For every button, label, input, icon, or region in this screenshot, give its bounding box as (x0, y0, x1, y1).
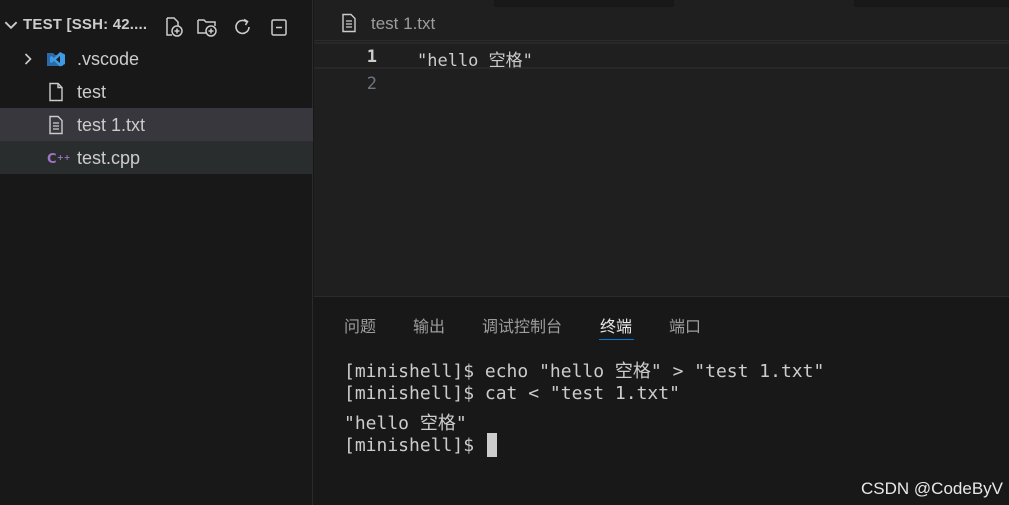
line-text[interactable]: "hello 空格" (417, 46, 533, 71)
collapse-all-icon (271, 19, 287, 36)
new-folder-button[interactable] (194, 14, 220, 40)
refresh-button[interactable] (230, 14, 256, 40)
tab-strip (494, 0, 1009, 7)
terminal-line: "hello 空格" (344, 413, 467, 434)
new-file-icon (166, 17, 183, 37)
terminal-cursor (487, 433, 497, 457)
editor-line[interactable]: 2 (314, 71, 1009, 98)
tree-item-label: .vscode (77, 49, 140, 69)
new-folder-icon (197, 19, 217, 37)
cpp-file-icon: C ++ (47, 152, 70, 167)
editor-tab-test-1-txt[interactable]: test 1.txt (314, 0, 494, 40)
tree-item-label: test 1.txt (77, 115, 146, 135)
terminal-line: [minishell]$ echo "hello 空格" > "test 1.t… (344, 361, 825, 382)
panel-tab-debug-console[interactable]: 调试控制台 (482, 313, 562, 337)
bottom-panel: 问题 输出 调试控制台 终端 端口 [minishell]$ echo "hel… (314, 296, 1009, 505)
chevron-right-icon (24, 53, 32, 65)
tab-strip-segment (494, 0, 674, 7)
panel-tab-terminal[interactable]: 终端 (600, 313, 632, 337)
panel-tab-ports[interactable]: 端口 (669, 313, 701, 337)
panel-tab-problems[interactable]: 问题 (344, 313, 376, 337)
workspace-title: TEST [SSH: 42.... (23, 16, 148, 33)
vscode-window: TEST [SSH: 42.... .vscode test test 1.tx… (0, 0, 1009, 505)
explorer-sidebar: TEST [SSH: 42.... .vscode test test 1.tx… (0, 0, 313, 505)
watermark: CSDN @CodeByV (861, 479, 1003, 498)
chevron-down-icon[interactable] (2, 16, 20, 34)
file-icon (49, 82, 63, 102)
terminal-prompt[interactable]: [minishell]$ (344, 435, 485, 456)
tree-item-vscode-folder[interactable]: .vscode (0, 42, 313, 75)
tree-item-test-1-txt[interactable]: test 1.txt (0, 108, 313, 141)
vscode-folder-icon (47, 52, 65, 67)
explorer-header[interactable]: TEST [SSH: 42.... (0, 8, 313, 42)
panel-tab-output[interactable]: 输出 (413, 313, 445, 337)
tab-divider (314, 40, 1009, 41)
terminal-line: [minishell]$ cat < "test 1.txt" (344, 383, 680, 404)
text-file-icon (49, 115, 63, 135)
editor-line[interactable]: 1 "hello 空格" (314, 42, 1009, 71)
line-number: 2 (366, 74, 377, 94)
tree-item-label: test.cpp (77, 148, 141, 168)
tree-item-test[interactable]: test (0, 75, 313, 108)
tree-item-test-cpp[interactable]: C ++ test.cpp (0, 141, 313, 174)
svg-text:++: ++ (57, 153, 70, 162)
tab-label: test 1.txt (371, 14, 436, 33)
line-number: 1 (366, 47, 377, 67)
active-tab-indicator (599, 339, 634, 340)
tab-strip-segment (854, 0, 1009, 7)
svg-text:C: C (47, 152, 57, 167)
refresh-icon (235, 18, 250, 35)
new-file-button[interactable] (160, 14, 186, 40)
editor-area[interactable]: test 1.txt 1 "hello 空格" 2 (314, 0, 1009, 296)
text-file-icon (342, 13, 356, 33)
collapse-all-button[interactable] (266, 14, 292, 40)
tree-item-label: test (77, 82, 107, 102)
